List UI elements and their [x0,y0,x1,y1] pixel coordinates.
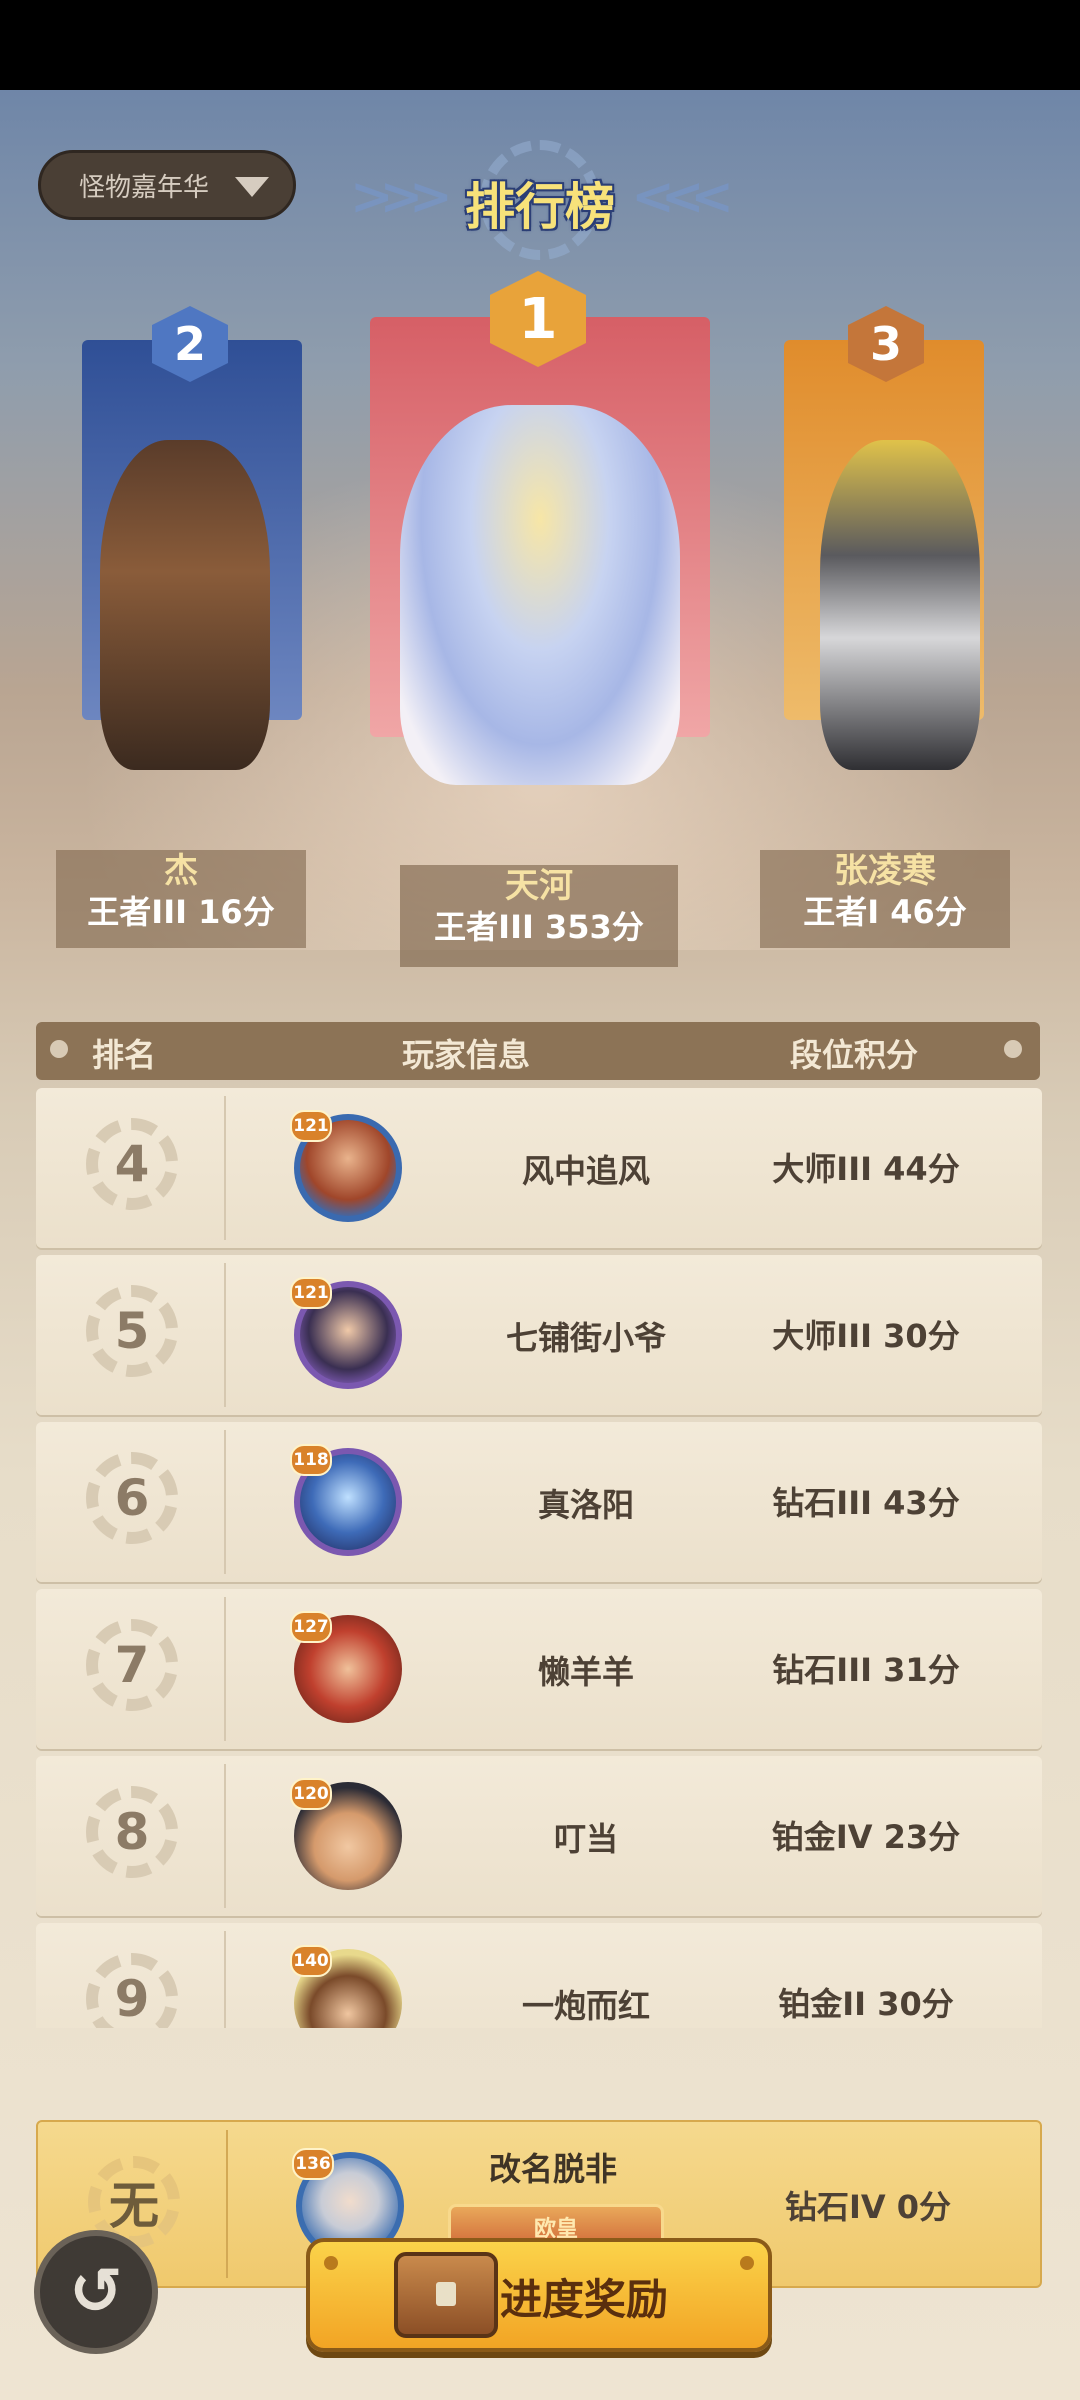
header-score: 段位积分 [790,1036,919,1074]
rank-number: 7 [86,1619,178,1711]
chevron-down-icon [235,177,269,197]
bolt-icon [740,2256,754,2270]
player-score: 钻石III 43分 [772,1484,960,1522]
table-row[interactable]: 6 118 真洛阳 钻石III 43分 [36,1422,1042,1582]
progress-reward-label: 进度奖励 [500,2275,669,2324]
ranking-list[interactable]: 4 121 风中追风 大师III 44分 5 121 七铺街小爷 大师III 3… [36,1088,1042,2028]
progress-reward-button[interactable]: 进度奖励 [306,2238,772,2352]
table-row[interactable]: 5 121 七铺街小爷 大师III 30分 [36,1255,1042,1415]
level-badge: 120 [290,1778,332,1810]
podium-plate: 张凌寒 王者I 46分 [760,850,1010,948]
divider [224,1597,226,1741]
player-name: 张凌寒 [834,851,936,891]
hero-character-image [400,405,680,785]
mode-dropdown[interactable]: 怪物嘉年华 [38,150,296,220]
player-score: 钻石III 31分 [772,1651,960,1689]
table-row[interactable]: 4 121 风中追风 大师III 44分 [36,1088,1042,1248]
level-badge: 127 [290,1611,332,1643]
rank-number: 9 [86,1953,178,2028]
table-row[interactable]: 9 140 一炮而红 铂金II 30分 [36,1923,1042,2028]
player-name: 天河 [505,866,573,906]
rank-number: 4 [86,1118,178,1210]
rank-number: 8 [86,1786,178,1878]
hero-character-image [820,440,980,770]
player-name: 叮当 [553,1820,618,1858]
undo-arrow-icon: ↺ [69,2255,123,2329]
player-score: 王者III 16分 [87,893,275,931]
divider [224,1764,226,1908]
podium-second[interactable]: 2 杰 王者III 16分 [56,306,320,950]
divider [224,1931,226,2028]
podium-plate: 杰 王者III 16分 [56,850,306,948]
table-header: 排名 玩家信息 段位积分 [36,1022,1040,1080]
bolt-icon [1004,1040,1022,1058]
header-rank: 排名 [92,1036,157,1074]
status-bar [0,0,1080,90]
level-badge: 121 [290,1110,332,1142]
title-banner: >>> <<< 排行榜 [350,140,734,260]
header-player: 玩家信息 [402,1036,531,1074]
divider [226,2130,228,2278]
bolt-icon [50,1040,68,1058]
player-name: 杰 [164,851,198,891]
page-title: 排行榜 [465,178,615,236]
rank-number: 6 [86,1452,178,1544]
table-row[interactable]: 7 127 懒羊羊 钻石III 31分 [36,1589,1042,1749]
player-score: 铂金II 30分 [778,1985,954,2023]
hero-character-image [100,440,270,770]
podium-first[interactable]: 1 天河 王者III 353分 [360,271,720,975]
divider [224,1263,226,1407]
podium-third[interactable]: 3 张凌寒 王者I 46分 [760,306,1030,950]
player-name: 真洛阳 [537,1486,634,1524]
level-badge: 140 [290,1945,332,1977]
player-score: 王者I 46分 [803,893,967,931]
mode-dropdown-label: 怪物嘉年华 [79,172,210,203]
player-name: 一炮而红 [521,1987,650,2025]
level-badge: 121 [290,1277,332,1309]
player-name: 改名脱非 [488,2150,617,2188]
podium-plate: 天河 王者III 353分 [400,865,678,967]
leaderboard-screen: 怪物嘉年华 >>> <<< 排行榜 2 杰 王者III 16分 1 天河 王者I… [0,90,1080,2400]
divider [224,1430,226,1574]
back-button[interactable]: ↺ [34,2230,158,2354]
level-badge: 136 [292,2148,334,2180]
player-name: 七铺街小爷 [505,1319,666,1357]
player-score: 铂金IV 23分 [771,1818,961,1856]
table-row[interactable]: 8 120 叮当 铂金IV 23分 [36,1756,1042,1916]
bolt-icon [324,2256,338,2270]
player-score: 王者III 353分 [434,908,644,946]
level-badge: 118 [290,1444,332,1476]
player-name: 懒羊羊 [537,1653,634,1691]
player-score: 大师III 44分 [772,1150,960,1188]
divider [224,1096,226,1240]
player-name: 风中追风 [521,1152,650,1190]
player-score: 钻石IV 0分 [784,2188,952,2226]
rank-number: 5 [86,1285,178,1377]
player-score: 大师III 30分 [772,1317,960,1355]
treasure-chest-icon [394,2252,498,2338]
